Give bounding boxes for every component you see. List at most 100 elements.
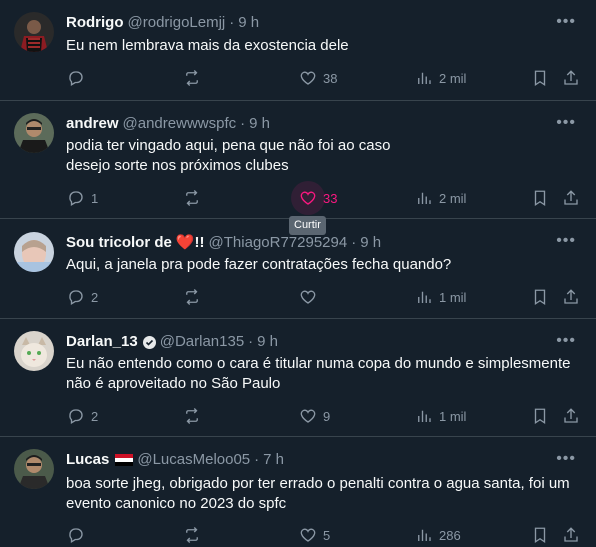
author-name-suffix: !! [194,234,205,251]
author-handle[interactable]: @LucasMeloo05 [137,450,250,470]
retweet-button[interactable] [183,188,207,208]
views-button[interactable]: 2 mil [415,68,466,88]
bookmark-button[interactable] [531,188,549,208]
like-count: 9 [323,408,331,424]
views-button[interactable]: 1 mil [415,406,466,426]
more-icon[interactable]: ••• [556,451,576,467]
author-name[interactable]: Lucas [66,450,109,470]
author-name[interactable]: Darlan_13 [66,332,138,352]
views-icon [418,72,431,84]
tweet-line: desejo sorte nos próximos clubes [66,157,289,174]
share-icon [564,70,578,85]
share-button[interactable] [562,406,580,426]
reply-button[interactable]: 2 [67,406,98,426]
tweet-text: boa sorte jheg, obrigado por ter errado … [66,474,578,514]
like-count: 33 [323,190,338,206]
more-icon[interactable]: ••• [556,333,576,349]
more-icon[interactable]: ••• [556,233,576,249]
like-button[interactable]: 5 [299,525,330,545]
flag-emoji [115,454,134,466]
like-button[interactable]: 33 [299,188,337,208]
author-handle[interactable]: @Darlan135 [160,332,244,352]
bookmark-icon [534,190,546,207]
like-icon [300,71,316,85]
timestamp[interactable]: 9 h [249,114,270,134]
like-button[interactable]: 9 [299,406,330,426]
bookmark-button[interactable] [531,406,549,426]
avatar[interactable] [14,12,54,52]
bookmark-icon [534,408,546,425]
tweet-actions: 38 2 mil [0,68,596,88]
tweet-actions: 2 9 1 mil [0,406,596,426]
views-button[interactable]: 1 mil [415,287,466,307]
timestamp[interactable]: 9 h [257,332,278,352]
tweet-line: boa sorte jheg, obrigado por ter errado … [66,475,570,492]
reply-icon [69,191,83,206]
like-count: 38 [323,70,338,86]
share-button[interactable] [562,188,580,208]
like-button[interactable]: 38 [299,68,337,88]
tweet[interactable]: andrew @andrewwwspfc · 9 h ••• podia ter… [0,101,596,219]
reply-count: 2 [91,289,99,305]
tweet-line: Eu não entendo como o cara é titular num… [66,355,571,372]
share-button[interactable] [562,287,580,307]
more-icon[interactable]: ••• [556,115,576,131]
tweet-text: podia ter vingado aqui, pena que não foi… [66,136,578,176]
tweet-line: podia ter vingado aqui, pena que não foi… [66,137,391,154]
bookmark-button[interactable] [531,68,549,88]
author-handle[interactable]: @rodrigoLemjj [128,13,226,33]
more-icon[interactable]: ••• [556,14,576,30]
share-button[interactable] [562,68,580,88]
bookmark-button[interactable] [531,525,549,545]
views-button[interactable]: 286 [415,525,461,545]
author-name[interactable]: Rodrigo [66,13,124,33]
reply-button[interactable]: 1 [67,188,98,208]
share-button[interactable] [562,525,580,545]
retweet-icon [186,527,198,543]
tweet-line: Aqui, a janela pra pode fazer contrataçõ… [66,256,452,273]
views-count: 2 mil [439,70,467,86]
retweet-button[interactable] [183,68,207,88]
share-icon [564,408,578,423]
tweet[interactable]: Lucas @LucasMeloo05 · 7 h ••• boa sorte … [0,437,596,547]
reply-button[interactable]: 2 [67,287,98,307]
tweet[interactable]: Darlan_13 @Darlan135 · 9 h ••• Eu não en… [0,319,596,437]
avatar[interactable] [14,232,54,272]
verified-icon [142,335,156,349]
retweet-button[interactable] [183,406,207,426]
tweet-actions: 1 33 2 mil [0,181,596,215]
reply-button[interactable] [67,525,91,545]
reply-button[interactable] [67,68,91,88]
retweet-button[interactable] [183,525,207,545]
author-name[interactable]: Sou tricolor de [66,233,172,253]
author-handle[interactable]: @andrewwwspfc [123,114,237,134]
separator: · [240,115,246,132]
avatar[interactable] [14,449,54,489]
avatar[interactable] [14,113,54,153]
author-handle[interactable]: @ThiagoR77295294 [209,233,348,253]
like-tooltip: Curtir [289,216,326,235]
views-icon [418,192,431,204]
reply-icon [69,290,83,305]
tweet-text: Aqui, a janela pra pode fazer contrataçõ… [66,255,578,275]
tweet[interactable]: Rodrigo @rodrigoLemjj · 9 h ••• Eu nem l… [0,0,596,101]
reply-count: 2 [91,408,99,424]
views-button[interactable]: 2 mil [415,188,466,208]
author-name[interactable]: andrew [66,114,119,134]
bookmark-button[interactable] [531,287,549,307]
bookmark-icon [534,289,546,306]
views-count: 1 mil [439,408,467,424]
tweet-actions: 2 1 mil [0,287,596,307]
avatar[interactable] [14,331,54,371]
timestamp[interactable]: 7 h [263,450,284,470]
retweet-button[interactable] [183,287,207,307]
tweet-text: Eu não entendo como o cara é titular num… [66,354,578,394]
share-icon [564,190,578,205]
like-icon [300,528,316,542]
separator: · [229,14,235,31]
like-button[interactable] [299,287,323,307]
timestamp[interactable]: 9 h [238,13,259,33]
retweet-icon [186,289,198,305]
timestamp[interactable]: 9 h [360,233,381,253]
share-icon [564,289,578,304]
